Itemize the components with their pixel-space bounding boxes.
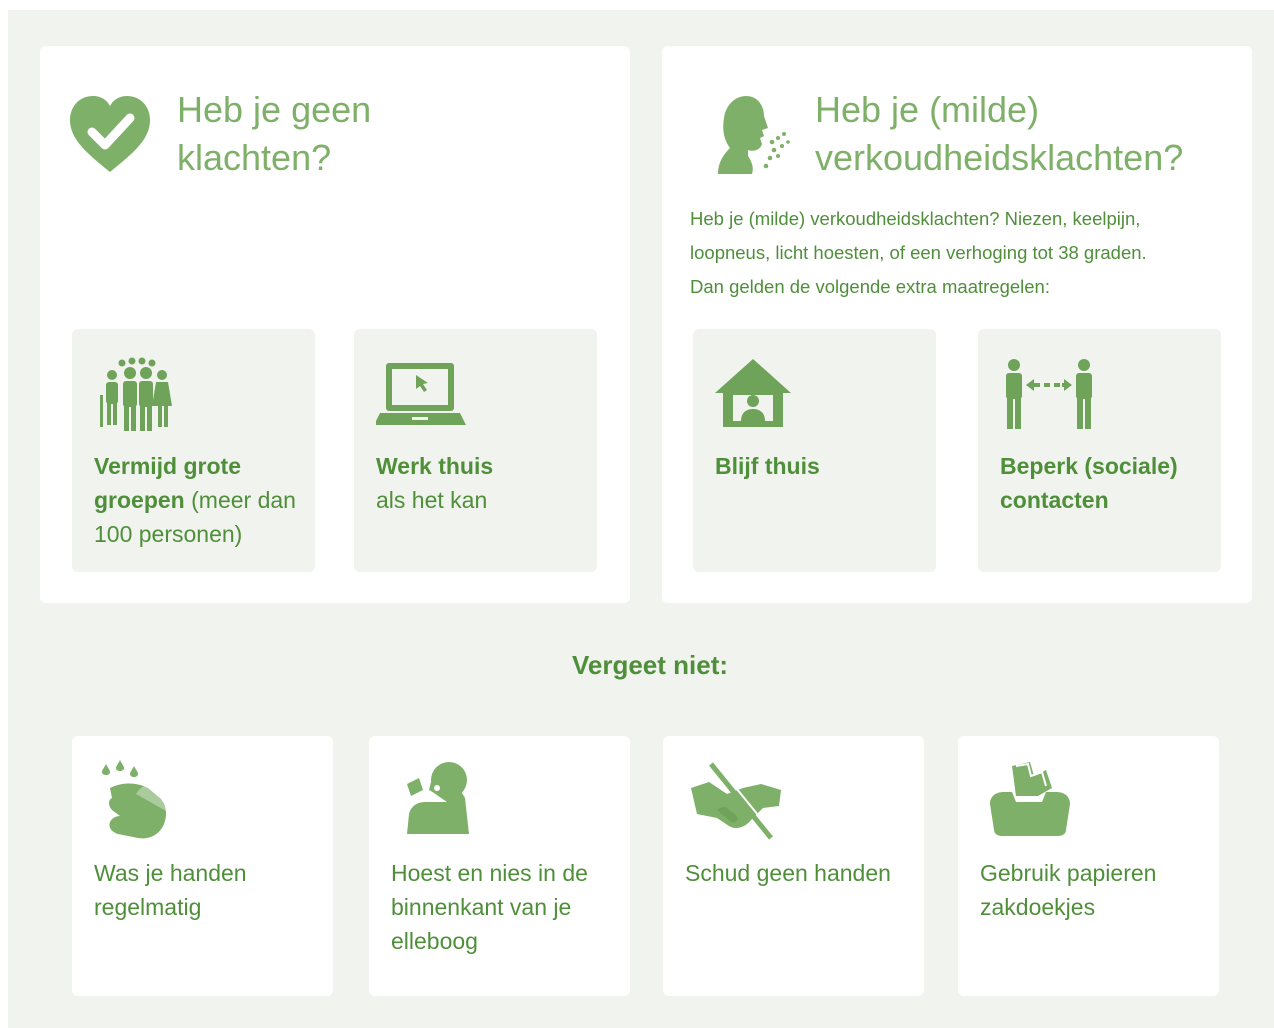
tile-text: als het kan xyxy=(376,487,488,513)
card-text-line: Was je handen xyxy=(94,860,247,886)
tissues-card: Gebruik papieren zakdoekjes xyxy=(958,736,1219,996)
title-line: verkoudheidsklachten? xyxy=(815,137,1184,178)
stay-home-text: Blijf thuis xyxy=(715,449,925,483)
house-person-icon xyxy=(715,355,805,435)
wash-hands-text: Was je handen regelmatig xyxy=(94,856,314,924)
card-text-line: regelmatig xyxy=(94,894,202,920)
distance-people-icon xyxy=(1000,355,1092,435)
laptop-icon xyxy=(376,355,466,435)
card-text-line: binnenkant van je xyxy=(391,894,572,920)
title-line: Heb je (milde) xyxy=(815,89,1040,130)
wash-hands-icon xyxy=(96,758,196,848)
tissue-box-icon xyxy=(982,758,1082,848)
mild-symptoms-panel: Heb je (milde) verkoudheidsklachten? Heb… xyxy=(662,46,1252,603)
no-handshake-icon xyxy=(687,758,787,848)
section-title: Vergeet niet: xyxy=(571,650,729,680)
no-handshake-text: Schud geen handen xyxy=(685,856,905,890)
work-from-home-tile: Werk thuis als het kan xyxy=(354,329,597,572)
intro-line: Dan gelden de volgende extra maatregelen… xyxy=(690,276,1050,297)
wash-hands-card: Was je handen regelmatig xyxy=(72,736,333,996)
card-text-line: zakdoekjes xyxy=(980,894,1096,920)
avoid-groups-tile: Vermijd grote groepen (meer dan 100 pers… xyxy=(72,329,315,572)
sneezing-person-icon xyxy=(704,92,796,182)
no-symptoms-panel: Heb je geen klachten? Vermijd grote groe… xyxy=(40,46,630,603)
heart-check-icon xyxy=(68,94,152,174)
panel-title: Heb je (milde) verkoudheidsklachten? xyxy=(815,86,1235,182)
group-of-people-icon xyxy=(94,355,184,435)
title-line: klachten? xyxy=(177,137,332,178)
card-text-line: Gebruik papieren xyxy=(980,860,1157,886)
avoid-groups-text: Vermijd grote groepen (meer dan 100 pers… xyxy=(94,449,304,551)
work-from-home-text: Werk thuis als het kan xyxy=(376,449,586,517)
limit-contacts-tile: Beperk (sociale) contacten xyxy=(978,329,1221,572)
card-text-line: Hoest en nies in de xyxy=(391,860,588,886)
cough-elbow-text: Hoest en nies in de binnenkant van je el… xyxy=(391,856,611,958)
no-handshake-card: Schud geen handen xyxy=(663,736,924,996)
intro-text: Heb je (milde) verkoudheidsklachten? Nie… xyxy=(690,202,1210,304)
tissues-text: Gebruik papieren zakdoekjes xyxy=(980,856,1200,924)
limit-contacts-text: Beperk (sociale) contacten xyxy=(1000,449,1210,517)
panel-title: Heb je geen klachten? xyxy=(177,86,477,182)
intro-line: Heb je (milde) verkoudheidsklachten? Nie… xyxy=(690,208,1141,229)
title-line: Heb je geen xyxy=(177,89,372,130)
stay-home-tile: Blijf thuis xyxy=(693,329,936,572)
cough-elbow-card: Hoest en nies in de binnenkant van je el… xyxy=(369,736,630,996)
page-background: Heb je geen klachten? Vermijd grote groe… xyxy=(8,10,1274,1028)
tile-bold-text: Werk thuis xyxy=(376,453,494,479)
tile-bold-text: contacten xyxy=(1000,487,1109,513)
intro-line: loopneus, licht hoesten, of een verhogin… xyxy=(690,242,1147,263)
card-text-line: elleboog xyxy=(391,928,478,954)
cough-elbow-icon xyxy=(393,758,493,848)
tile-bold-text: Blijf thuis xyxy=(715,453,820,479)
card-text-line: Schud geen handen xyxy=(685,860,891,886)
tile-bold-text: Beperk (sociale) xyxy=(1000,453,1178,479)
